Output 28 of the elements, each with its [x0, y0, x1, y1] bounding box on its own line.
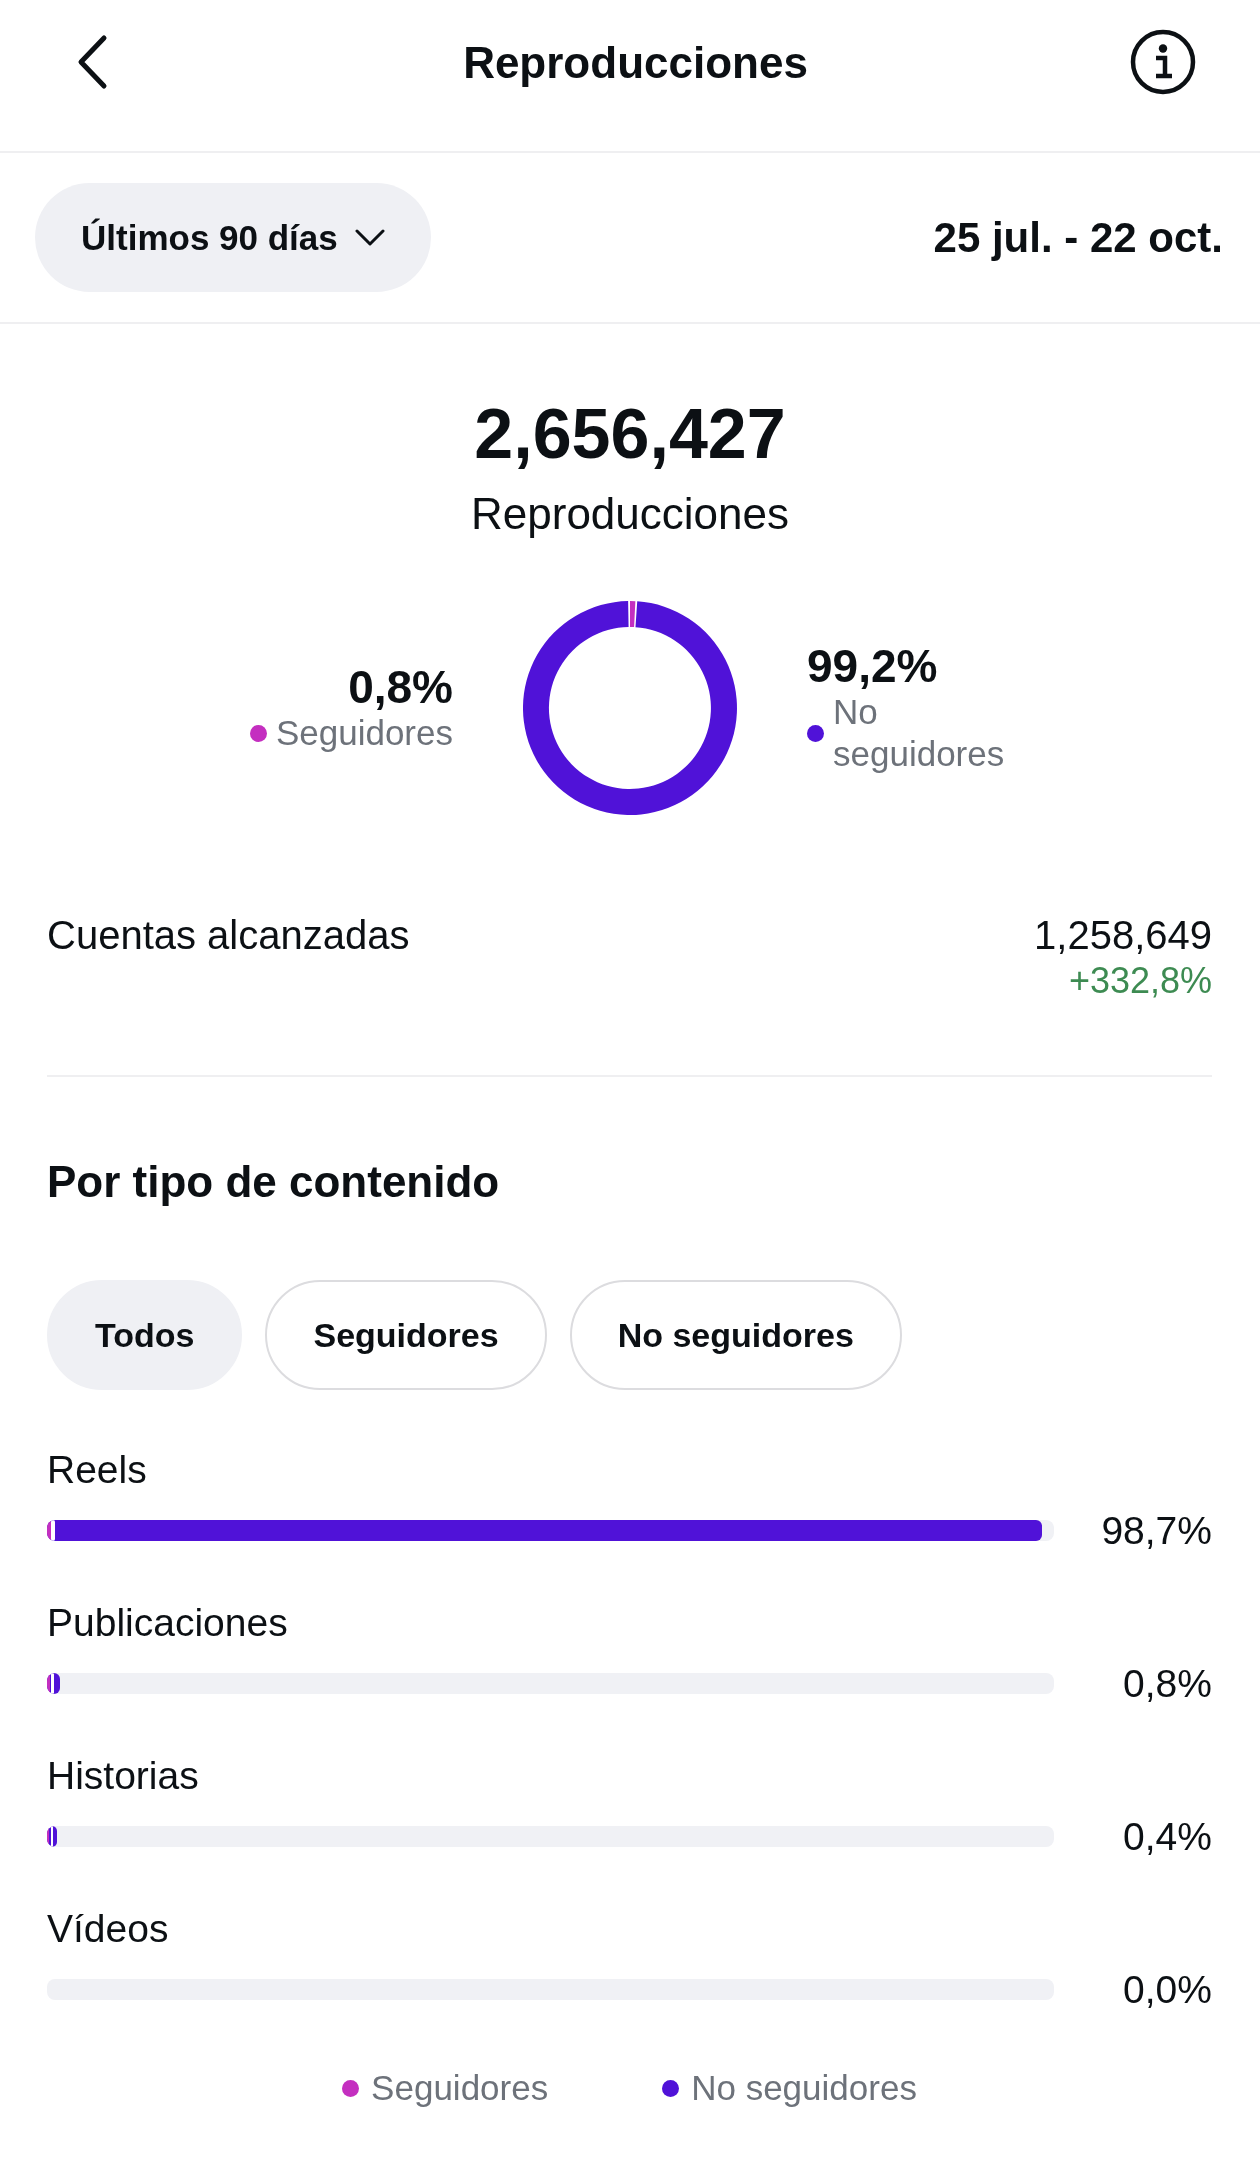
filter-tab[interactable]: No seguidores	[569, 1280, 902, 1390]
legend-label: Seguidores	[275, 712, 453, 754]
content-type-label: Historias	[47, 1753, 199, 1799]
percentage-label: 0,8%	[348, 662, 453, 712]
caret-down-icon	[354, 229, 385, 246]
metric-value: 1,258,649	[1034, 912, 1212, 959]
views-label: Reproducciones	[471, 488, 789, 540]
period-dropdown[interactable]: Últimos 90 días	[35, 183, 431, 292]
metric-label: Cuentas alcanzadas	[47, 912, 410, 959]
section-title: Por tipo de contenido	[47, 1156, 500, 1208]
info-icon[interactable]	[1130, 29, 1196, 95]
page-title: Reproducciones	[463, 36, 808, 89]
metric-change: +332,8%	[1068, 959, 1212, 1003]
content-type-label: Reels	[47, 1447, 147, 1493]
percentage-value: 0,4%	[1123, 1814, 1212, 1860]
content-type-label: Vídeos	[47, 1906, 169, 1952]
filter-tab[interactable]: Seguidores	[265, 1280, 547, 1390]
legend-label: No seguidores	[691, 2067, 917, 2109]
legend-label: Seguidores	[371, 2067, 549, 2109]
legend-label: No seguidores	[833, 691, 1006, 775]
content-type-label: Publicaciones	[47, 1600, 288, 1646]
percentage-label: 99,2%	[807, 641, 938, 691]
date-range: 25 jul. - 22 oct.	[933, 212, 1223, 263]
percentage-value: 98,7%	[1101, 1508, 1212, 1554]
filter-tab[interactable]: Todos	[47, 1280, 243, 1390]
total-views-value: 2,656,427	[474, 399, 786, 469]
percentage-value: 0,8%	[1123, 1661, 1212, 1707]
percentage-value: 0,0%	[1123, 1967, 1212, 2013]
